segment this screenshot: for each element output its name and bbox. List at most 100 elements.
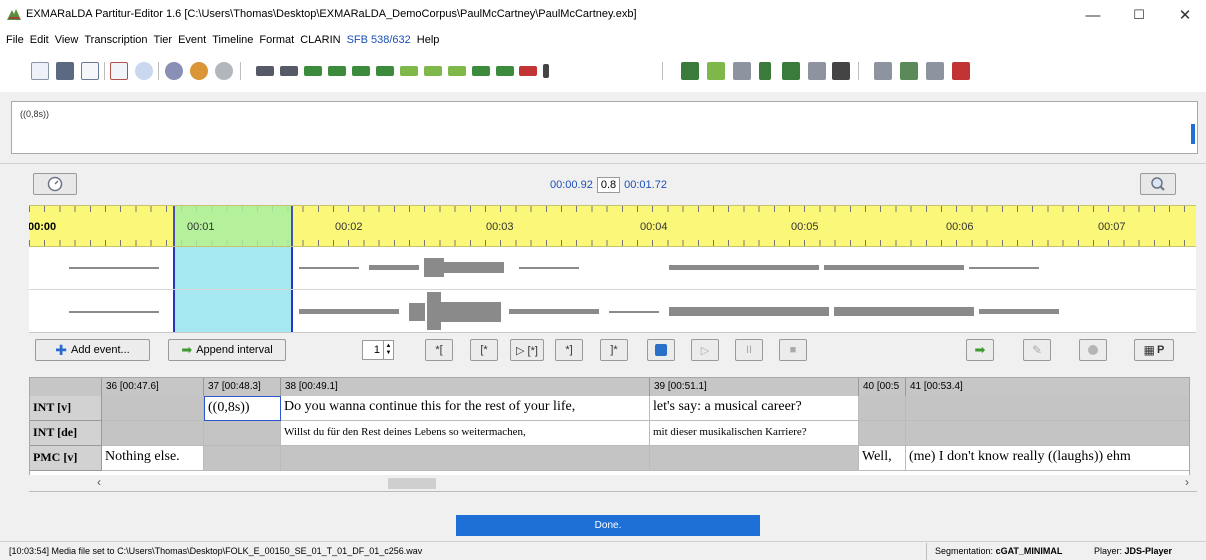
- column-header[interactable]: 39 [00:51.1]: [650, 378, 859, 396]
- event-cell[interactable]: [204, 446, 281, 471]
- event-cell[interactable]: (me) I don't know really ((laughs)) ehm: [906, 446, 1189, 471]
- menu-sfb[interactable]: SFB 538/632: [347, 34, 411, 46]
- event-cell[interactable]: [281, 446, 650, 471]
- interval-spinner[interactable]: 1 ▲ ▼: [362, 340, 394, 360]
- record-button[interactable]: [1079, 339, 1107, 361]
- event-cell[interactable]: [859, 421, 906, 446]
- event-cell[interactable]: Well,: [859, 446, 906, 471]
- menu-transcription[interactable]: Transcription: [84, 34, 147, 46]
- append-interval-button[interactable]: ➡ Append interval: [168, 339, 286, 361]
- event-editor[interactable]: ((0,8s)): [11, 101, 1198, 154]
- add-timepoint-icon[interactable]: [900, 62, 918, 80]
- move-left-icon[interactable]: [376, 66, 394, 76]
- mark-start-after-button[interactable]: [*: [470, 339, 498, 361]
- menu-event[interactable]: Event: [178, 34, 206, 46]
- split-event-icon[interactable]: [256, 66, 274, 76]
- menu-format[interactable]: Format: [259, 34, 294, 46]
- column-header[interactable]: 40 [00:5: [859, 378, 906, 396]
- event-cell-selected[interactable]: ((0,8s)): [204, 396, 281, 421]
- open-folder-icon[interactable]: [56, 62, 74, 80]
- menu-timeline[interactable]: Timeline: [212, 34, 253, 46]
- insert-tier-icon[interactable]: [707, 62, 725, 80]
- pause-button[interactable]: II: [735, 339, 763, 361]
- column-header[interactable]: 37 [00:48.3]: [204, 378, 281, 396]
- menu-view[interactable]: View: [55, 34, 79, 46]
- event-cell[interactable]: [102, 396, 204, 421]
- play-selection-button[interactable]: [33, 173, 77, 195]
- info-icon[interactable]: [165, 62, 183, 80]
- scroll-left-icon[interactable]: ‹: [97, 475, 101, 489]
- remove-gap-icon[interactable]: [926, 62, 944, 80]
- append-event-icon[interactable]: [328, 66, 346, 76]
- shift-right-icon[interactable]: [448, 66, 466, 76]
- shift-left-icon[interactable]: [424, 66, 442, 76]
- play-selection-bracket-button[interactable]: ▷ [*]: [510, 339, 544, 361]
- recording-icon[interactable]: [215, 62, 233, 80]
- close-button[interactable]: ✕: [1165, 4, 1205, 26]
- move-tier-up-icon[interactable]: [759, 62, 771, 80]
- speakers-icon[interactable]: [190, 62, 208, 80]
- minimize-button[interactable]: —: [1073, 4, 1113, 26]
- event-cell[interactable]: [906, 396, 1189, 421]
- tier-label-pmc-v[interactable]: PMC [v]: [30, 446, 102, 471]
- tier-label-int-v[interactable]: INT [v]: [30, 396, 102, 421]
- event-cell[interactable]: [859, 396, 906, 421]
- event-cell[interactable]: Do you wanna continue this for the rest …: [281, 396, 650, 421]
- event-cell[interactable]: [650, 446, 859, 471]
- next-button[interactable]: ➡: [966, 339, 994, 361]
- menu-file[interactable]: File: [6, 34, 24, 46]
- merge-events-icon[interactable]: [280, 66, 298, 76]
- move-right-icon[interactable]: [400, 66, 418, 76]
- remove-tier-icon[interactable]: [733, 62, 751, 80]
- scrollbar-thumb[interactable]: [388, 478, 436, 489]
- selection-duration[interactable]: 0.8: [596, 177, 621, 193]
- column-header[interactable]: 36 [00:47.6]: [102, 378, 204, 396]
- player-button[interactable]: ▦ P: [1134, 339, 1174, 361]
- new-file-icon[interactable]: [31, 62, 49, 80]
- menu-help[interactable]: Help: [417, 34, 440, 46]
- save-icon[interactable]: [81, 62, 99, 80]
- shrink-left-icon[interactable]: [472, 66, 490, 76]
- add-tier-icon[interactable]: [681, 62, 699, 80]
- add-event-button[interactable]: ✚ Add event...: [35, 339, 150, 361]
- event-cell[interactable]: Nothing else.: [102, 446, 204, 471]
- horizontal-scrollbar[interactable]: ‹ ›: [29, 475, 1197, 491]
- shrink-right-icon[interactable]: [496, 66, 514, 76]
- globe-icon[interactable]: [135, 62, 153, 80]
- waveform-display[interactable]: [29, 247, 1196, 333]
- play-button[interactable]: ▷: [691, 339, 719, 361]
- loop-button[interactable]: [647, 339, 675, 361]
- stop-button[interactable]: ■: [779, 339, 807, 361]
- insert-timepoint-icon[interactable]: [874, 62, 892, 80]
- menu-clarin[interactable]: CLARIN: [300, 34, 340, 46]
- tier-properties-icon[interactable]: [782, 62, 800, 80]
- snapshot-button[interactable]: ✎: [1023, 339, 1051, 361]
- zoom-button[interactable]: [1140, 173, 1176, 195]
- event-cell[interactable]: [102, 421, 204, 446]
- speaker-tier-icon[interactable]: [832, 62, 850, 80]
- mark-start-before-button[interactable]: *[: [425, 339, 453, 361]
- delete-event-icon[interactable]: [519, 66, 537, 76]
- mark-end-before-button[interactable]: *]: [555, 339, 583, 361]
- partitur-view-icon[interactable]: [110, 62, 128, 80]
- spinner-arrows[interactable]: ▲ ▼: [383, 341, 393, 359]
- event-cell[interactable]: [204, 421, 281, 446]
- delete-timepoint-icon[interactable]: [952, 62, 970, 80]
- event-cell[interactable]: [906, 421, 1189, 446]
- partitur-grid[interactable]: 36 [00:47.6] 37 [00:48.3] 38 [00:49.1] 3…: [29, 377, 1190, 476]
- hide-tier-icon[interactable]: [808, 62, 826, 80]
- column-header[interactable]: 38 [00:49.1]: [281, 378, 650, 396]
- menu-edit[interactable]: Edit: [30, 34, 49, 46]
- timeline-ruler[interactable]: 00:00 00:01 00:02 00:03 00:04 00:05 00:0…: [29, 205, 1196, 247]
- column-header[interactable]: 41 [00:53.4]: [906, 378, 1189, 396]
- insert-event-icon[interactable]: [304, 66, 322, 76]
- event-cell[interactable]: mit dieser musikalischen Karriere?: [650, 421, 859, 446]
- menu-tier[interactable]: Tier: [154, 34, 173, 46]
- mark-end-after-button[interactable]: ]*: [600, 339, 628, 361]
- event-cell[interactable]: Willst du für den Rest deines Lebens so …: [281, 421, 650, 446]
- event-cell[interactable]: let's say: a musical career?: [650, 396, 859, 421]
- tier-label-int-de[interactable]: INT [de]: [30, 421, 102, 446]
- pause-marker-icon[interactable]: [543, 64, 549, 78]
- scroll-right-icon[interactable]: ›: [1185, 475, 1189, 489]
- panel-divider[interactable]: [0, 163, 1206, 164]
